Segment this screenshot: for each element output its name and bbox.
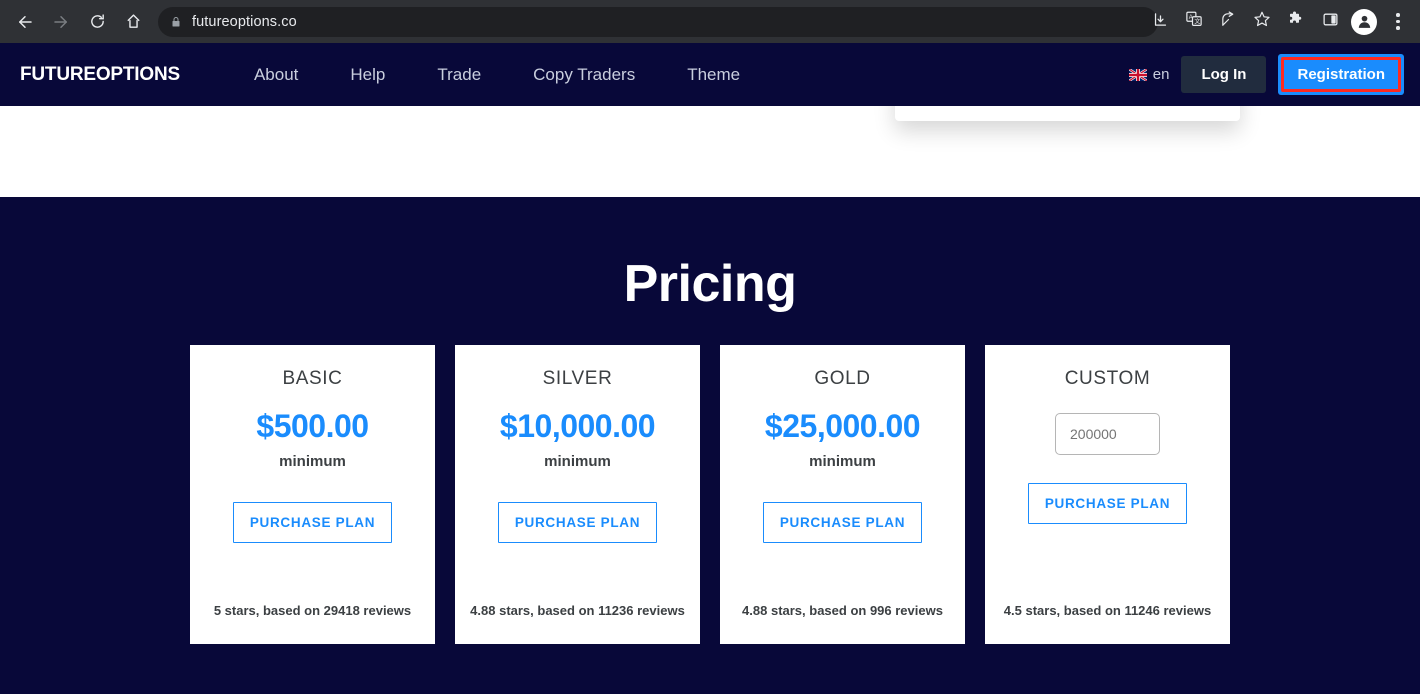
browser-toolbar: futureoptions.co A文 xyxy=(0,0,1420,43)
reload-button[interactable] xyxy=(80,5,114,39)
lock-icon xyxy=(170,15,182,29)
address-bar[interactable]: futureoptions.co xyxy=(158,6,1158,37)
plan-name: CUSTOM xyxy=(1064,368,1151,389)
purchase-plan-button[interactable]: PURCHASE PLAN xyxy=(232,502,393,543)
white-section xyxy=(0,106,1420,197)
extensions-puzzle-icon xyxy=(1287,10,1305,33)
three-dot-menu-icon[interactable] xyxy=(1382,6,1414,38)
navbar-right: en Log In Registration xyxy=(1128,54,1404,95)
pricing-cards: BASIC $500.00 minimum PURCHASE PLAN 5 st… xyxy=(0,345,1420,644)
share-icon xyxy=(1220,10,1237,33)
extensions-button[interactable] xyxy=(1280,6,1312,38)
partial-card-above xyxy=(895,106,1240,121)
bookmark-button[interactable] xyxy=(1246,6,1278,38)
pricing-card-custom: CUSTOM PURCHASE PLAN 4.5 stars, based on… xyxy=(985,345,1230,644)
plan-reviews: 4.88 stars, based on 996 reviews xyxy=(742,603,943,618)
custom-amount-input[interactable] xyxy=(1055,413,1160,455)
nav-item-copy-traders[interactable]: Copy Traders xyxy=(507,65,661,85)
forward-button[interactable] xyxy=(44,5,78,39)
profile-button[interactable] xyxy=(1348,6,1380,38)
nav-item-theme[interactable]: Theme xyxy=(661,65,766,85)
home-button[interactable] xyxy=(116,5,150,39)
purchase-plan-button[interactable]: PURCHASE PLAN xyxy=(1027,483,1188,524)
back-arrow-icon xyxy=(16,13,34,31)
download-icon xyxy=(1152,11,1169,33)
primary-nav: About Help Trade Copy Traders Theme xyxy=(228,65,766,85)
side-panel-icon xyxy=(1322,11,1339,33)
plan-name: BASIC xyxy=(282,368,343,389)
share-button[interactable] xyxy=(1212,6,1244,38)
page-title: Pricing xyxy=(623,255,797,313)
plan-price-sublabel: minimum xyxy=(544,453,611,470)
brand-logo[interactable]: FUTUREOPTIONS xyxy=(20,64,180,86)
plan-price-sublabel: minimum xyxy=(279,453,346,470)
nav-item-about[interactable]: About xyxy=(228,65,324,85)
pricing-section: Pricing BASIC $500.00 minimum PURCHASE P… xyxy=(0,197,1420,694)
profile-avatar-icon xyxy=(1351,8,1377,35)
registration-button-wrapper[interactable]: Registration xyxy=(1278,54,1404,95)
home-icon xyxy=(125,13,142,30)
side-panel-button[interactable] xyxy=(1314,6,1346,38)
plan-price: $25,000.00 xyxy=(764,408,921,444)
pricing-card-gold: GOLD $25,000.00 minimum PURCHASE PLAN 4.… xyxy=(720,345,965,644)
forward-arrow-icon xyxy=(52,13,70,31)
site-navbar: FUTUREOPTIONS About Help Trade Copy Trad… xyxy=(0,43,1420,106)
purchase-plan-button[interactable]: PURCHASE PLAN xyxy=(497,502,658,543)
browser-nav-buttons xyxy=(8,5,150,39)
plan-name: SILVER xyxy=(542,368,613,389)
browser-toolbar-right: A文 xyxy=(1144,0,1414,43)
plan-reviews: 4.5 stars, based on 11246 reviews xyxy=(1003,603,1212,618)
nav-item-trade[interactable]: Trade xyxy=(411,65,507,85)
reload-icon xyxy=(89,13,106,30)
language-code: en xyxy=(1152,66,1170,83)
back-button[interactable] xyxy=(8,5,42,39)
bookmark-star-icon xyxy=(1253,10,1271,33)
language-selector[interactable]: en xyxy=(1128,66,1170,83)
plan-reviews: 4.88 stars, based on 11236 reviews xyxy=(470,603,685,618)
plan-price: $500.00 xyxy=(256,408,369,444)
pricing-card-basic: BASIC $500.00 minimum PURCHASE PLAN 5 st… xyxy=(190,345,435,644)
pricing-card-silver: SILVER $10,000.00 minimum PURCHASE PLAN … xyxy=(455,345,700,644)
url-text: futureoptions.co xyxy=(192,13,297,30)
purchase-plan-button[interactable]: PURCHASE PLAN xyxy=(762,502,923,543)
login-button[interactable]: Log In xyxy=(1181,56,1267,93)
registration-button[interactable]: Registration xyxy=(1281,57,1401,92)
uk-flag-icon xyxy=(1128,68,1147,81)
plan-price: $10,000.00 xyxy=(499,408,656,444)
translate-icon: A文 xyxy=(1185,10,1203,33)
translate-button[interactable]: A文 xyxy=(1178,6,1210,38)
plan-price-sublabel: minimum xyxy=(809,453,876,470)
plan-name: GOLD xyxy=(814,368,871,389)
nav-item-help[interactable]: Help xyxy=(324,65,411,85)
plan-reviews: 5 stars, based on 29418 reviews xyxy=(213,603,412,618)
download-button[interactable] xyxy=(1144,6,1176,38)
